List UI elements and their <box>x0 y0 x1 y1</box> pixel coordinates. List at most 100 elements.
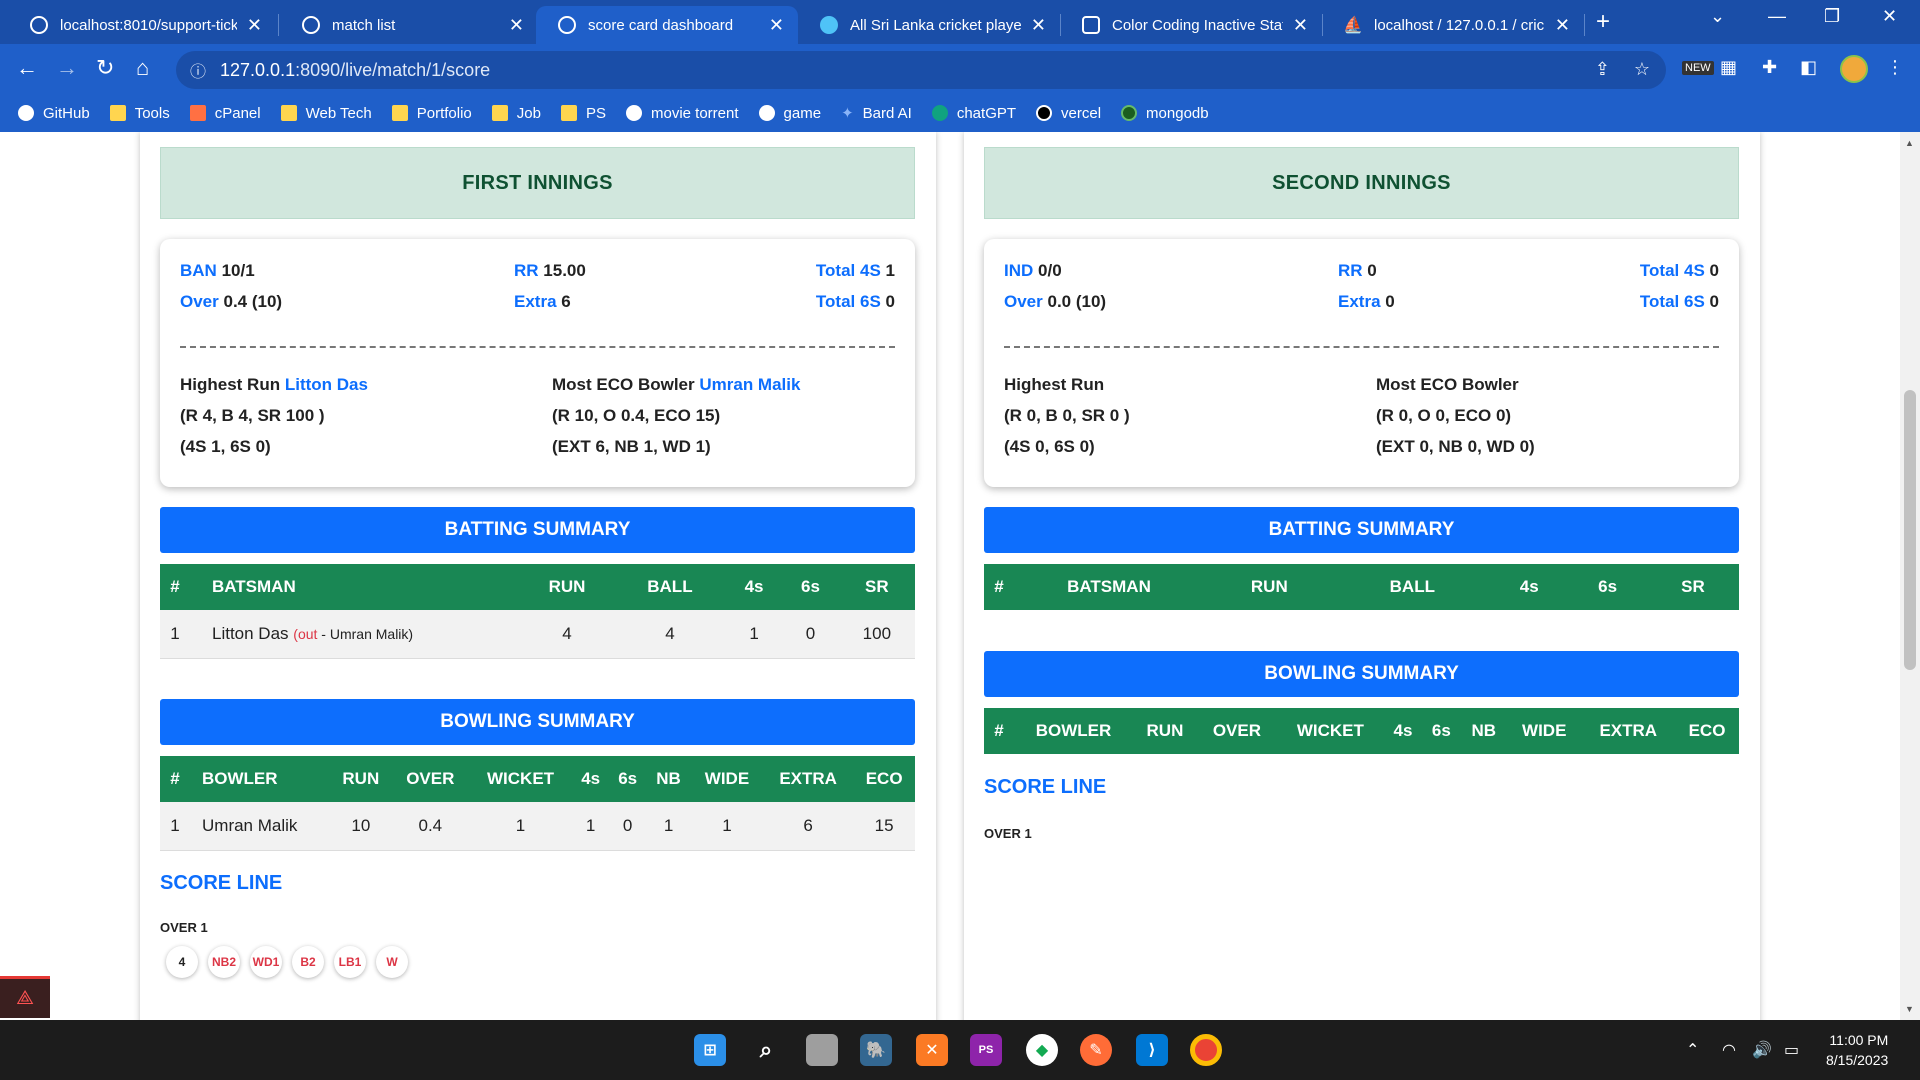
extension-icon[interactable]: ▦ <box>1720 57 1737 78</box>
laravel-debugbar-icon[interactable]: ⟁ <box>0 976 50 1018</box>
table-row: 1 Umran Malik 10 0.4 1 1 0 1 1 6 15 <box>160 802 915 851</box>
reload-icon[interactable]: ↻ <box>96 55 114 81</box>
highest-run-player[interactable]: Litton Das <box>285 375 368 394</box>
mongodb-compass-icon[interactable]: ◆ <box>1026 1034 1058 1066</box>
over-value: 0.0 (10) <box>1047 292 1107 311</box>
extension-new-icon[interactable]: NEW <box>1682 61 1714 75</box>
runs-cell: 10 <box>330 802 392 851</box>
bookmark-movie-torrent[interactable]: movie torrent <box>625 105 739 122</box>
phpstorm-icon[interactable]: PS <box>970 1034 1002 1066</box>
bookmark-star-icon[interactable]: ☆ <box>1634 59 1650 80</box>
browser-tab-active[interactable]: score card dashboard ✕ <box>536 6 798 44</box>
bookmark-portfolio[interactable]: Portfolio <box>391 105 472 122</box>
overs-cell: 0.4 <box>391 802 469 851</box>
github-icon <box>18 105 34 121</box>
close-icon[interactable]: ✕ <box>1031 15 1046 36</box>
bookmark-web-tech[interactable]: Web Tech <box>280 105 372 122</box>
extra-label: Extra <box>514 292 557 311</box>
batting-summary-heading: BATTING SUMMARY <box>160 507 915 553</box>
windows-start-icon[interactable]: ⊞ <box>694 1034 726 1066</box>
close-icon[interactable]: ✕ <box>769 15 784 36</box>
col-header: 4s <box>1383 708 1423 754</box>
scrollbar-thumb[interactable] <box>1904 390 1916 670</box>
ball-chip: 4 <box>166 946 198 978</box>
bookmark-bard-ai[interactable]: ✦ Bard AI <box>841 104 912 123</box>
minimize-icon[interactable]: — <box>1768 6 1786 27</box>
file-explorer-icon[interactable] <box>806 1034 838 1066</box>
url-host: 127.0.0.1 <box>220 59 296 80</box>
browser-tab[interactable]: localhost:8010/support-tick ✕ <box>8 6 276 44</box>
total-6s-label: Total 6S <box>1639 292 1705 311</box>
close-icon[interactable]: ✕ <box>247 15 262 36</box>
forward-icon[interactable]: → <box>56 55 78 81</box>
new-tab-button[interactable]: + <box>1596 8 1610 36</box>
col-header: BALL <box>1334 564 1490 610</box>
bookmark-github[interactable]: GitHub <box>18 105 90 122</box>
bookmark-ps[interactable]: PS <box>560 105 606 122</box>
col-header: WIDE <box>1506 708 1582 754</box>
address-bar[interactable]: ⓘ 127.0.0.1:8090/live/match/1/score ⇪ ☆ <box>176 51 1666 89</box>
menu-kebab-icon[interactable]: ⋮ <box>1886 57 1904 78</box>
runs-cell: 4 <box>520 610 615 659</box>
info-icon[interactable]: ⓘ <box>190 58 206 82</box>
col-header: 6s <box>1422 708 1461 754</box>
close-icon[interactable]: ✕ <box>1555 15 1570 36</box>
bookmark-tools[interactable]: Tools <box>109 105 170 122</box>
page-scrollbar[interactable]: ▲ ▼ <box>1900 132 1920 1020</box>
browser-tab[interactable]: match list ✕ <box>280 6 538 44</box>
eco-bowler-player[interactable]: Umran Malik <box>699 375 800 394</box>
over-label: Over <box>1004 292 1043 311</box>
ball-chip: W <box>376 946 408 978</box>
over-title: OVER 1 <box>984 826 1032 841</box>
blue-circle-icon <box>820 16 838 34</box>
page-viewport: FIRST INNINGS BAN 10/1 Over 0.4 (10) RR … <box>0 132 1900 1020</box>
batting-table: # BATSMAN RUN BALL 4s 6s SR <box>984 564 1739 610</box>
extensions-puzzle-icon[interactable]: ✚ <box>1762 57 1777 78</box>
postgres-icon[interactable]: 🐘 <box>860 1034 892 1066</box>
col-header: ECO <box>853 756 915 802</box>
system-clock[interactable]: 11:00 PM 8/15/2023 <box>1826 1030 1888 1070</box>
home-icon[interactable]: ⌂ <box>136 55 149 81</box>
search-icon[interactable]: ⌕ <box>750 1034 782 1066</box>
ball-chip: NB2 <box>208 946 240 978</box>
bookmark-vercel[interactable]: vercel <box>1036 105 1101 122</box>
bookmark-label: Job <box>516 104 541 122</box>
xampp-icon[interactable]: ✕ <box>916 1034 948 1066</box>
bookmark-cpanel[interactable]: cPanel <box>189 105 261 122</box>
profile-avatar[interactable] <box>1840 55 1868 83</box>
col-header: # <box>160 756 190 802</box>
tab-title: localhost:8010/support-tick <box>60 16 237 34</box>
strike-rate-cell: 100 <box>838 610 915 659</box>
browser-tab[interactable]: All Sri Lanka cricket players, ✕ <box>798 6 1060 44</box>
back-icon[interactable]: ← <box>16 55 38 81</box>
wifi-icon[interactable]: ◠ <box>1722 1040 1736 1060</box>
share-icon[interactable]: ⇪ <box>1595 59 1610 80</box>
chevron-up-icon[interactable]: ⌃ <box>1686 1040 1699 1060</box>
over-label: Over <box>180 292 219 311</box>
chrome-icon[interactable] <box>1190 1034 1222 1066</box>
volume-icon[interactable]: 🔊 <box>1752 1040 1772 1060</box>
tab-search-icon[interactable]: ⌄ <box>1710 6 1725 27</box>
browser-tab[interactable]: Color Coding Inactive Statu ✕ <box>1060 6 1322 44</box>
close-icon[interactable]: ✕ <box>509 15 524 36</box>
chatgpt-icon <box>931 105 948 121</box>
vscode-icon[interactable]: ⟩ <box>1136 1034 1168 1066</box>
battery-icon[interactable]: ▭ <box>1784 1040 1799 1060</box>
bookmark-mongodb[interactable]: mongodb <box>1121 105 1209 122</box>
postman-icon[interactable]: ✎ <box>1080 1034 1112 1066</box>
rr-label: RR <box>1338 261 1363 280</box>
close-icon[interactable]: ✕ <box>1293 15 1308 36</box>
browser-tab[interactable]: ⛵ localhost / 127.0.0.1 / cricke ✕ <box>1322 6 1584 44</box>
scroll-up-icon[interactable]: ▲ <box>1905 138 1914 148</box>
close-window-icon[interactable]: ✕ <box>1882 6 1897 27</box>
side-panel-icon[interactable]: ◧ <box>1800 57 1817 78</box>
scroll-down-icon[interactable]: ▼ <box>1905 1004 1914 1014</box>
eco-bowler-label: Most ECO Bowler <box>1376 375 1519 394</box>
col-header: BOWLER <box>190 756 330 802</box>
bookmark-game[interactable]: game <box>758 105 821 122</box>
col-header: RUN <box>1133 708 1197 754</box>
bookmark-job[interactable]: Job <box>491 104 541 122</box>
bookmark-chatgpt[interactable]: chatGPT <box>931 105 1016 122</box>
bookmarks-bar: GitHub Tools cPanel Web Tech Portfolio J… <box>0 94 1920 132</box>
restore-icon[interactable]: ❐ <box>1824 6 1840 27</box>
